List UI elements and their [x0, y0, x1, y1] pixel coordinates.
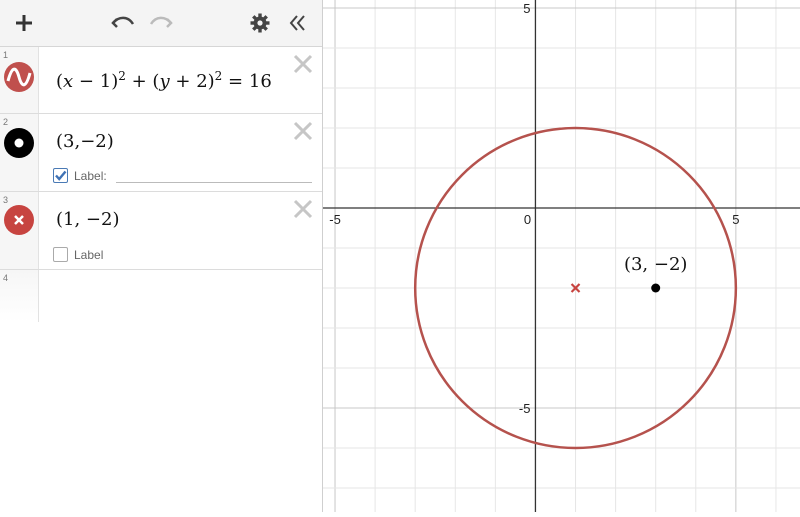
expression-row-3[interactable]: 3 (1, −2) Label [0, 192, 322, 270]
graph-svg[interactable]: -5 0 5 5 -5 (3, −2) [323, 0, 800, 512]
expression-gutter: 2 [0, 114, 39, 191]
expression-gutter: 4 [0, 270, 39, 322]
wave-icon[interactable] [4, 62, 34, 92]
point-label: (3, −2) [624, 254, 687, 275]
origin-tick-label: 0 [524, 212, 531, 227]
rhs-value: 16 [248, 71, 272, 92]
x-tick-label: 5 [732, 212, 739, 227]
expression-row-1[interactable]: 1 (x − 1)2 + (y + 2)2 = 16 [0, 47, 322, 114]
exponent-2: 2 [118, 69, 126, 83]
minus-sign: − [78, 71, 95, 92]
plus-sign: + [175, 71, 191, 92]
expression-1-math[interactable]: (x − 1)2 + (y + 2)2 = 16 [56, 69, 272, 92]
constant-1: 1 [99, 71, 112, 92]
label-toggle[interactable]: Label: [53, 168, 107, 183]
expression-panel: 1 (x − 1)2 + (y + 2)2 = 16 2 (3,−2) Labe… [0, 0, 323, 512]
expression-3-math[interactable]: (1, −2) [56, 209, 119, 230]
undo-icon[interactable] [108, 0, 138, 46]
plus-icon[interactable] [10, 0, 38, 46]
point-dot-icon[interactable] [4, 128, 34, 158]
plus-sign: + [131, 71, 147, 92]
expression-row-4[interactable]: 4 [0, 270, 322, 322]
var-x: x [63, 71, 74, 92]
label-checkbox[interactable] [53, 168, 68, 183]
y-tick-label: 5 [523, 1, 530, 16]
expression-row-2[interactable]: 2 (3,−2) Label: [0, 114, 322, 192]
label-text: Label: [74, 168, 107, 183]
expression-2-math[interactable]: (3,−2) [56, 131, 114, 152]
label-toggle[interactable]: Label [53, 247, 103, 262]
var-y: y [159, 71, 170, 92]
point-marker [651, 283, 661, 293]
x-tick-label: -5 [329, 212, 341, 227]
double-chevron-left-icon[interactable] [284, 0, 312, 46]
constant-2: 2 [196, 71, 208, 92]
close-icon[interactable] [292, 198, 314, 220]
row-number: 3 [3, 195, 9, 205]
label-input[interactable] [116, 182, 312, 183]
row-number: 1 [3, 50, 9, 60]
exponent-2: 2 [214, 69, 223, 83]
close-icon[interactable] [292, 120, 314, 142]
expression-list: 1 (x − 1)2 + (y + 2)2 = 16 2 (3,−2) Labe… [0, 47, 322, 322]
row-number: 4 [3, 273, 9, 283]
graph-canvas[interactable]: -5 0 5 5 -5 (3, −2) [323, 0, 800, 512]
expression-gutter: 1 [0, 47, 39, 113]
x-mark-icon[interactable] [4, 205, 34, 235]
redo-icon[interactable] [146, 0, 176, 46]
gear-icon[interactable] [246, 0, 274, 46]
y-tick-label: -5 [519, 401, 531, 416]
expression-toolbar [0, 0, 322, 47]
expression-gutter: 3 [0, 192, 39, 269]
equals-sign: = [228, 71, 244, 92]
close-icon[interactable] [292, 53, 314, 75]
label-checkbox[interactable] [53, 247, 68, 262]
row-number: 2 [3, 117, 9, 127]
label-text: Label [74, 247, 104, 262]
